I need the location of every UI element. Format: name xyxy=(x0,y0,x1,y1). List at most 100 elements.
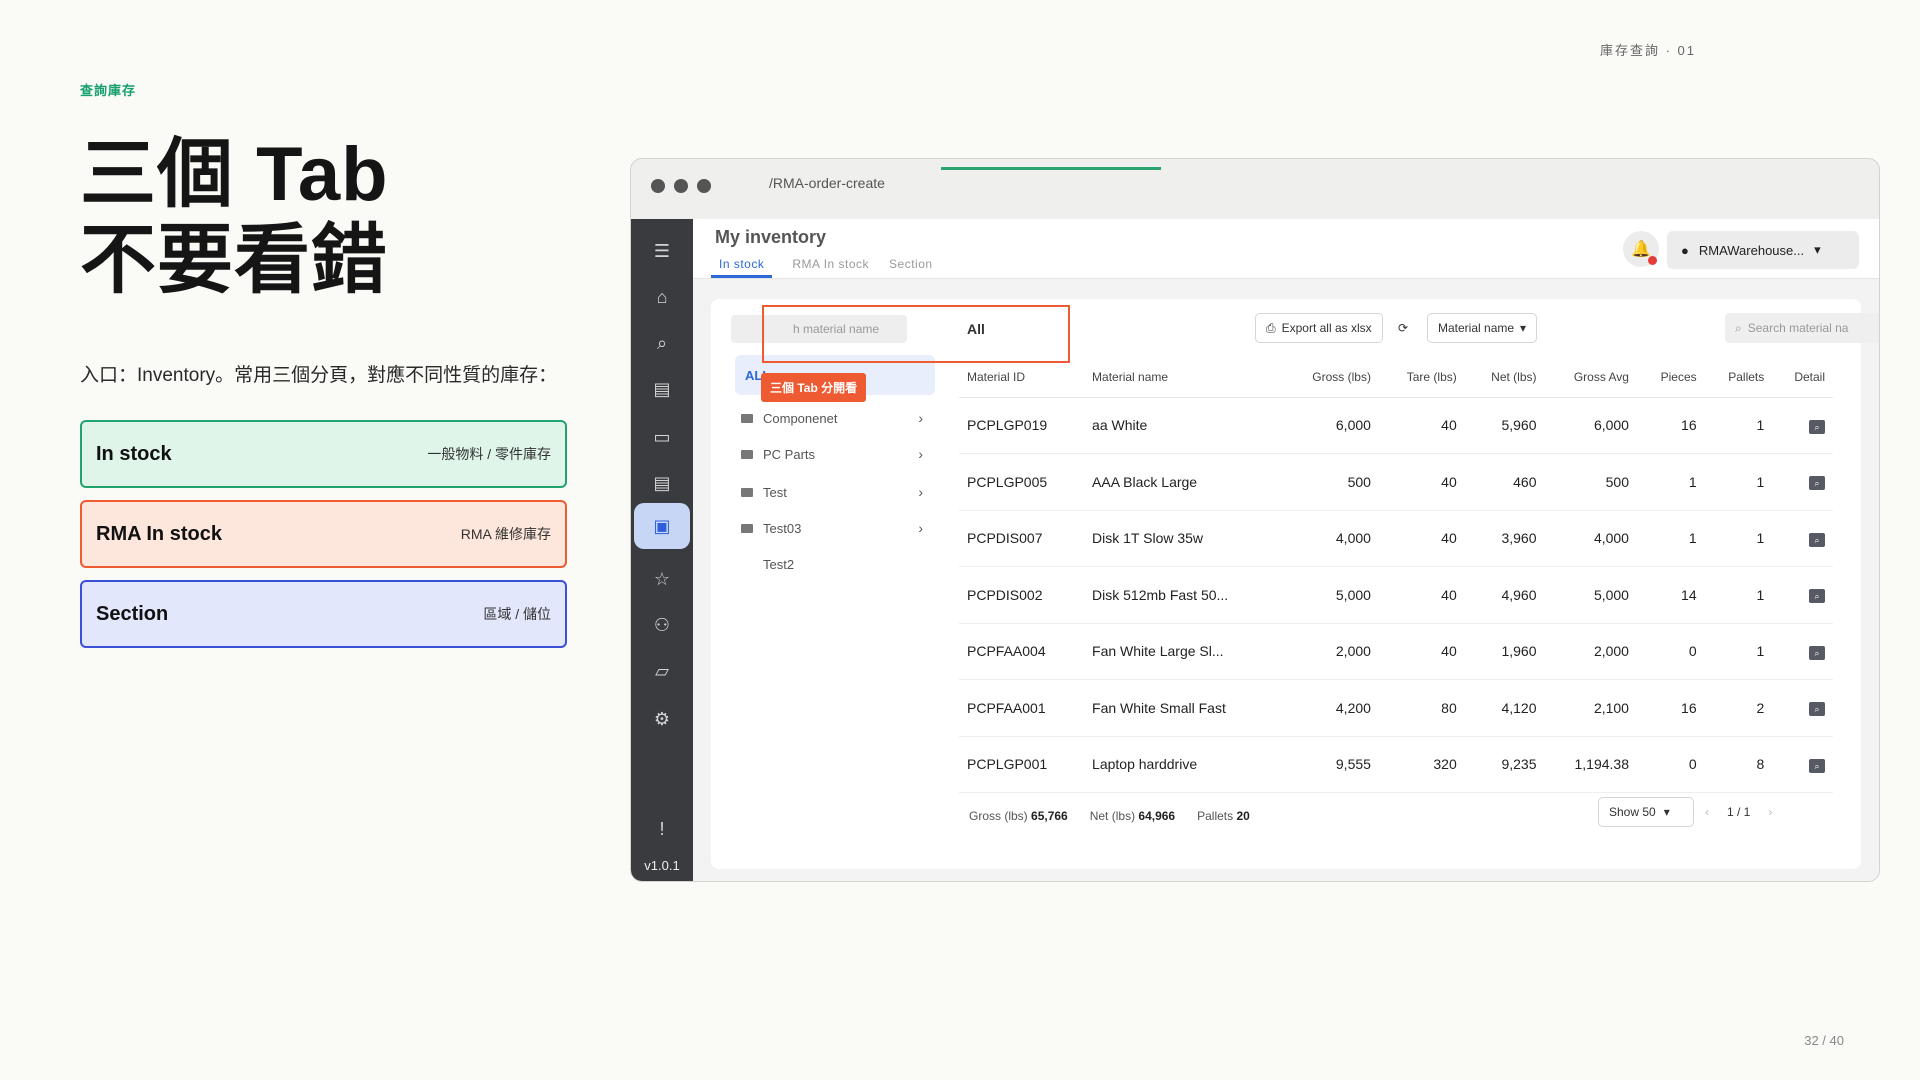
table-row[interactable]: PCPLGP005 AAA Black Large 500 40 460 500 1 1 ⌕ xyxy=(959,453,1833,511)
menu-icon[interactable]: ☰ xyxy=(631,231,693,271)
user-menu[interactable]: ● RMAWarehouse... ▾ xyxy=(1667,231,1859,269)
scan-icon[interactable]: ⟳ xyxy=(1392,313,1415,343)
card-title: RMA In stock xyxy=(96,522,222,545)
table-row[interactable]: PCPFAA004 Fan White Large Sl... 2,000 40 1,9… xyxy=(959,623,1833,680)
table-row[interactable]: PCPDIS007 Disk 1T Slow 35w 4,000 40 3,960 4,0… xyxy=(959,510,1833,567)
export-icon: ⎙ xyxy=(1266,320,1276,335)
document-icon[interactable]: ▭ xyxy=(631,417,693,457)
filter-select[interactable]: Material name ▾ xyxy=(1427,313,1538,343)
close-dot[interactable] xyxy=(651,179,665,193)
prev-page-icon[interactable]: ‹ xyxy=(1705,805,1709,819)
col-net[interactable]: Net (lbs) xyxy=(1464,357,1545,398)
category-item[interactable]: PC Parts › xyxy=(741,439,931,469)
table-cell: 460 xyxy=(1464,453,1545,511)
detail-view-icon[interactable]: ⌕ xyxy=(1809,532,1825,547)
detail-view-icon[interactable]: ⌕ xyxy=(1809,419,1825,434)
folder-icon xyxy=(741,523,753,533)
table-cell: 5,960 xyxy=(1464,397,1545,454)
table-cell: PCPDIS002 xyxy=(959,566,1085,624)
feedback-icon[interactable]: ! xyxy=(631,809,693,849)
file-icon[interactable]: ▱ xyxy=(631,651,693,691)
table-row[interactable]: PCPFAA001 Fan White Small Fast 4,200 80 4,12… xyxy=(959,679,1833,737)
col-pallets[interactable]: Pallets xyxy=(1704,357,1773,398)
table-cell: 3,960 xyxy=(1464,510,1545,567)
detail-view-icon[interactable]: ⌕ xyxy=(1809,589,1825,604)
category-item[interactable]: Componenet › xyxy=(741,403,931,433)
table-cell: 2,000 xyxy=(1544,623,1637,680)
detail-view-icon[interactable]: ⌕ xyxy=(1809,645,1825,660)
table-cell: 5,000 xyxy=(1281,566,1379,624)
table-cell: Laptop harddrive xyxy=(1084,736,1282,793)
search-icon[interactable]: ⌕ xyxy=(631,323,693,363)
table-cell: 4,120 xyxy=(1464,679,1545,737)
table-cell: 500 xyxy=(1544,453,1637,511)
table-cell: 2,100 xyxy=(1544,679,1637,737)
table-cell: 1 xyxy=(1636,510,1705,567)
detail-cell: ⌕ xyxy=(1772,510,1833,567)
detail-view-icon[interactable]: ⌕ xyxy=(1809,476,1825,491)
inventory-icon[interactable]: ▣ xyxy=(634,503,690,549)
table-cell: Disk 1T Slow 35w xyxy=(1084,510,1282,567)
table-cell: Fan White Small Fast xyxy=(1084,679,1282,737)
headline-line-1: 三個 Tab xyxy=(80,132,389,217)
export-button[interactable]: ⎙ Export all as xlsx xyxy=(1255,313,1383,343)
home-icon[interactable]: ⌂ xyxy=(631,277,693,317)
category-item[interactable]: Test03 › xyxy=(741,513,931,543)
caret-down-icon: ▾ xyxy=(1814,242,1821,257)
table-row[interactable]: PCPLGP001 Laptop harddrive 9,555 320 9,235 1,… xyxy=(959,736,1833,793)
tab-rma-in-stock[interactable]: RMA In stock xyxy=(792,257,869,278)
table-cell: 6,000 xyxy=(1544,397,1637,454)
settings-icon[interactable]: ⚙ xyxy=(631,699,693,739)
col-tare[interactable]: Tare (lbs) xyxy=(1378,357,1465,398)
notification-bell-icon[interactable]: 🔔 xyxy=(1623,231,1659,267)
col-material-name[interactable]: Material name xyxy=(1084,357,1282,398)
page-size-select[interactable]: Show 50 ▾ xyxy=(1598,797,1694,827)
minimize-dot[interactable] xyxy=(674,179,688,193)
table-cell: PCPLGP019 xyxy=(959,397,1085,454)
col-material-id[interactable]: Material ID xyxy=(959,357,1085,398)
page-reference: 庫存查詢 · 01 xyxy=(1599,43,1696,58)
table-cell: 0 xyxy=(1636,736,1705,793)
folder-icon xyxy=(741,487,753,497)
table-cell: 16 xyxy=(1636,679,1705,737)
star-box-icon[interactable]: ☆ xyxy=(631,559,693,599)
category-item[interactable]: Test2 xyxy=(741,549,931,579)
table-row[interactable]: PCPDIS002 Disk 512mb Fast 50... 5,000 40 4,9… xyxy=(959,566,1833,624)
summary-net: Net (lbs) 64,966 xyxy=(1089,809,1176,823)
tab-in-stock[interactable]: In stock xyxy=(711,257,773,278)
table-cell: 4,000 xyxy=(1544,510,1637,567)
users-icon[interactable]: ⚇ xyxy=(631,605,693,645)
table-cell: 1 xyxy=(1636,453,1705,511)
category-item[interactable]: Test › xyxy=(741,477,931,507)
material-search-input[interactable]: ⌕ Search material na xyxy=(1725,313,1879,343)
col-gross[interactable]: Gross (lbs) xyxy=(1281,357,1379,398)
table-cell: 40 xyxy=(1378,510,1465,567)
table-cell: 1 xyxy=(1704,623,1773,680)
table-cell: 9,555 xyxy=(1281,736,1379,793)
card-subtitle: 一般物料 / 零件庫存 xyxy=(427,446,551,462)
page-indicator: 1 / 1 xyxy=(1727,805,1751,819)
next-page-icon[interactable]: › xyxy=(1768,805,1772,819)
edit-list-icon[interactable]: ▤ xyxy=(631,463,693,503)
table-cell: 9,235 xyxy=(1464,736,1545,793)
table-row[interactable]: PCPLGP019 aa White 6,000 40 5,960 6,000 16 1 ⌕ xyxy=(959,397,1833,454)
detail-view-icon[interactable]: ⌕ xyxy=(1809,702,1825,717)
tab-section[interactable]: Section xyxy=(889,257,933,278)
col-pieces[interactable]: Pieces xyxy=(1636,357,1705,398)
app-window: ☰ ⌂ ⌕ ▤ ▭ ▤ ▣ ☆ ⚇ ▱ ⚙ ! v1.0.1 My invent… xyxy=(631,219,1879,881)
table-cell: 6,000 xyxy=(1281,397,1379,454)
zoom-dot[interactable] xyxy=(697,179,711,193)
detail-view-icon[interactable]: ⌕ xyxy=(1809,758,1825,773)
col-gross-avg[interactable]: Gross Avg xyxy=(1544,357,1637,398)
url-bar[interactable]: /RMA-order-create xyxy=(769,175,885,191)
headline-line-2: 不要看錯 xyxy=(80,218,388,303)
table-cell: aa White xyxy=(1084,397,1282,454)
chevron-right-icon: › xyxy=(918,410,923,426)
orders-icon[interactable]: ▤ xyxy=(631,369,693,409)
table-header-row: Material ID Material name Gross (lbs) Ta… xyxy=(959,357,1833,398)
user-name: RMAWarehouse... xyxy=(1698,242,1805,258)
folder-icon xyxy=(741,449,753,459)
card-rma-in-stock: RMA In stock RMA 維修庫存 xyxy=(80,500,567,568)
table-cell: 80 xyxy=(1378,679,1465,737)
detail-cell: ⌕ xyxy=(1772,453,1833,511)
